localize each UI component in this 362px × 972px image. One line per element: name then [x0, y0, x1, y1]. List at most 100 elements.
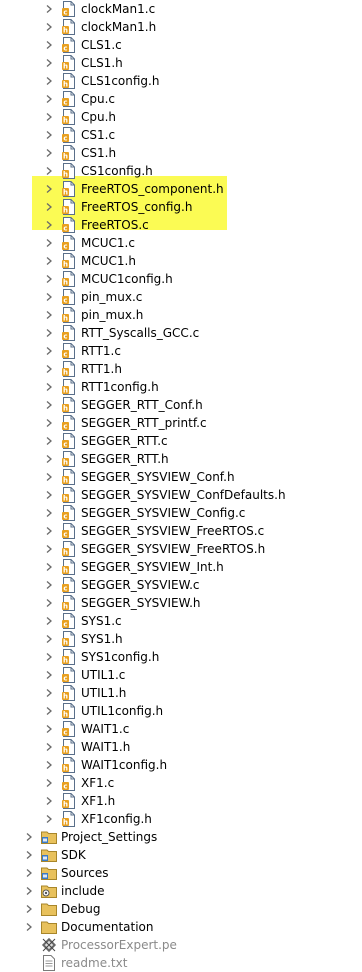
chevron-right-icon[interactable]: [44, 634, 54, 644]
folder-sources[interactable]: Sources: [0, 864, 362, 882]
file-segger-rtt-c[interactable]: c SEGGER_RTT.c: [0, 432, 362, 450]
chevron-right-icon[interactable]: [44, 544, 54, 554]
file-segger-rtt-conf-h[interactable]: h SEGGER_RTT_Conf.h: [0, 396, 362, 414]
file-segger-rtt-printf-c[interactable]: c SEGGER_RTT_printf.c: [0, 414, 362, 432]
chevron-right-icon[interactable]: [44, 148, 54, 158]
file-mcuc1-h[interactable]: h MCUC1.h: [0, 252, 362, 270]
chevron-right-icon[interactable]: [44, 4, 54, 14]
file-cls1config-h[interactable]: h CLS1config.h: [0, 72, 362, 90]
folder-sdk[interactable]: SDK: [0, 846, 362, 864]
chevron-right-icon[interactable]: [24, 850, 34, 860]
chevron-right-icon[interactable]: [44, 724, 54, 734]
chevron-right-icon[interactable]: [44, 760, 54, 770]
file-segger-rtt-h[interactable]: h SEGGER_RTT.h: [0, 450, 362, 468]
file-segger-sysview-config-c[interactable]: c SEGGER_SYSVIEW_Config.c: [0, 504, 362, 522]
chevron-right-icon[interactable]: [44, 274, 54, 284]
chevron-right-icon[interactable]: [24, 904, 34, 914]
file-util1-h[interactable]: h UTIL1.h: [0, 684, 362, 702]
file-xf1-h[interactable]: h XF1.h: [0, 792, 362, 810]
file-cls1-c[interactable]: c CLS1.c: [0, 36, 362, 54]
file-wait1config-h[interactable]: h WAIT1config.h: [0, 756, 362, 774]
file-freertos-c[interactable]: c FreeRTOS.c: [0, 216, 362, 234]
chevron-right-icon[interactable]: [44, 652, 54, 662]
chevron-right-icon[interactable]: [44, 238, 54, 248]
chevron-right-icon[interactable]: [44, 778, 54, 788]
file-util1config-h[interactable]: h UTIL1config.h: [0, 702, 362, 720]
chevron-right-icon[interactable]: [44, 418, 54, 428]
chevron-right-icon[interactable]: [44, 670, 54, 680]
file-rtt1config-h[interactable]: h RTT1config.h: [0, 378, 362, 396]
file-sys1-c[interactable]: c SYS1.c: [0, 612, 362, 630]
chevron-right-icon[interactable]: [44, 454, 54, 464]
chevron-right-icon[interactable]: [24, 922, 34, 932]
file-rtt1-h[interactable]: h RTT1.h: [0, 360, 362, 378]
root-file-readme-txt[interactable]: readme.txt: [0, 954, 362, 972]
chevron-right-icon[interactable]: [44, 292, 54, 302]
file-clockman1-h[interactable]: h clockMan1.h: [0, 18, 362, 36]
folder-include[interactable]: include: [0, 882, 362, 900]
chevron-right-icon[interactable]: [24, 868, 34, 878]
chevron-right-icon[interactable]: [24, 886, 34, 896]
file-rtt1-c[interactable]: c RTT1.c: [0, 342, 362, 360]
chevron-right-icon[interactable]: [44, 688, 54, 698]
file-cpu-h[interactable]: h Cpu.h: [0, 108, 362, 126]
chevron-right-icon[interactable]: [44, 364, 54, 374]
file-segger-sysview-int-h[interactable]: h SEGGER_SYSVIEW_Int.h: [0, 558, 362, 576]
chevron-right-icon[interactable]: [44, 706, 54, 716]
chevron-right-icon[interactable]: [44, 94, 54, 104]
file-cpu-c[interactable]: c Cpu.c: [0, 90, 362, 108]
chevron-right-icon[interactable]: [44, 436, 54, 446]
file-cs1-h[interactable]: h CS1.h: [0, 144, 362, 162]
chevron-right-icon[interactable]: [44, 58, 54, 68]
chevron-right-icon[interactable]: [44, 508, 54, 518]
chevron-right-icon[interactable]: [44, 310, 54, 320]
folder-debug[interactable]: Debug: [0, 900, 362, 918]
chevron-right-icon[interactable]: [44, 76, 54, 86]
file-util1-c[interactable]: c UTIL1.c: [0, 666, 362, 684]
file-segger-sysview-c[interactable]: c SEGGER_SYSVIEW.c: [0, 576, 362, 594]
chevron-right-icon[interactable]: [44, 256, 54, 266]
chevron-right-icon[interactable]: [44, 490, 54, 500]
file-cs1config-h[interactable]: h CS1config.h: [0, 162, 362, 180]
chevron-right-icon[interactable]: [44, 598, 54, 608]
chevron-right-icon[interactable]: [44, 616, 54, 626]
chevron-right-icon[interactable]: [24, 832, 34, 842]
chevron-right-icon[interactable]: [44, 112, 54, 122]
file-xf1-c[interactable]: c XF1.c: [0, 774, 362, 792]
file-segger-sysview-h[interactable]: h SEGGER_SYSVIEW.h: [0, 594, 362, 612]
file-freertos-config-h[interactable]: h FreeRTOS_config.h: [0, 198, 362, 216]
chevron-right-icon[interactable]: [44, 346, 54, 356]
file-xf1config-h[interactable]: h XF1config.h: [0, 810, 362, 828]
folder-project-settings[interactable]: Project_Settings: [0, 828, 362, 846]
file-rtt-syscalls-gcc-c[interactable]: c RTT_Syscalls_GCC.c: [0, 324, 362, 342]
chevron-right-icon[interactable]: [44, 742, 54, 752]
root-file-processorexpert-pe[interactable]: ProcessorExpert.pe: [0, 936, 362, 954]
file-sys1config-h[interactable]: h SYS1config.h: [0, 648, 362, 666]
chevron-right-icon[interactable]: [44, 22, 54, 32]
chevron-right-icon[interactable]: [44, 796, 54, 806]
chevron-right-icon[interactable]: [44, 472, 54, 482]
chevron-right-icon[interactable]: [44, 562, 54, 572]
file-mcuc1config-h[interactable]: h MCUC1config.h: [0, 270, 362, 288]
file-wait1-h[interactable]: h WAIT1.h: [0, 738, 362, 756]
file-segger-sysview-conf-h[interactable]: h SEGGER_SYSVIEW_Conf.h: [0, 468, 362, 486]
file-cs1-c[interactable]: c CS1.c: [0, 126, 362, 144]
file-wait1-c[interactable]: c WAIT1.c: [0, 720, 362, 738]
file-freertos-component-h[interactable]: h FreeRTOS_component.h: [0, 180, 362, 198]
file-segger-sysview-confdefaults-h[interactable]: h SEGGER_SYSVIEW_ConfDefaults.h: [0, 486, 362, 504]
chevron-right-icon[interactable]: [44, 382, 54, 392]
file-mcuc1-c[interactable]: c MCUC1.c: [0, 234, 362, 252]
file-sys1-h[interactable]: h SYS1.h: [0, 630, 362, 648]
chevron-right-icon[interactable]: [44, 184, 54, 194]
file-pin-mux-c[interactable]: c pin_mux.c: [0, 288, 362, 306]
chevron-right-icon[interactable]: [44, 814, 54, 824]
chevron-right-icon[interactable]: [44, 220, 54, 230]
chevron-right-icon[interactable]: [44, 166, 54, 176]
chevron-right-icon[interactable]: [44, 580, 54, 590]
chevron-right-icon[interactable]: [44, 526, 54, 536]
file-segger-sysview-freertos-c[interactable]: c SEGGER_SYSVIEW_FreeRTOS.c: [0, 522, 362, 540]
file-pin-mux-h[interactable]: h pin_mux.h: [0, 306, 362, 324]
chevron-right-icon[interactable]: [44, 202, 54, 212]
folder-documentation[interactable]: Documentation: [0, 918, 362, 936]
file-cls1-h[interactable]: h CLS1.h: [0, 54, 362, 72]
